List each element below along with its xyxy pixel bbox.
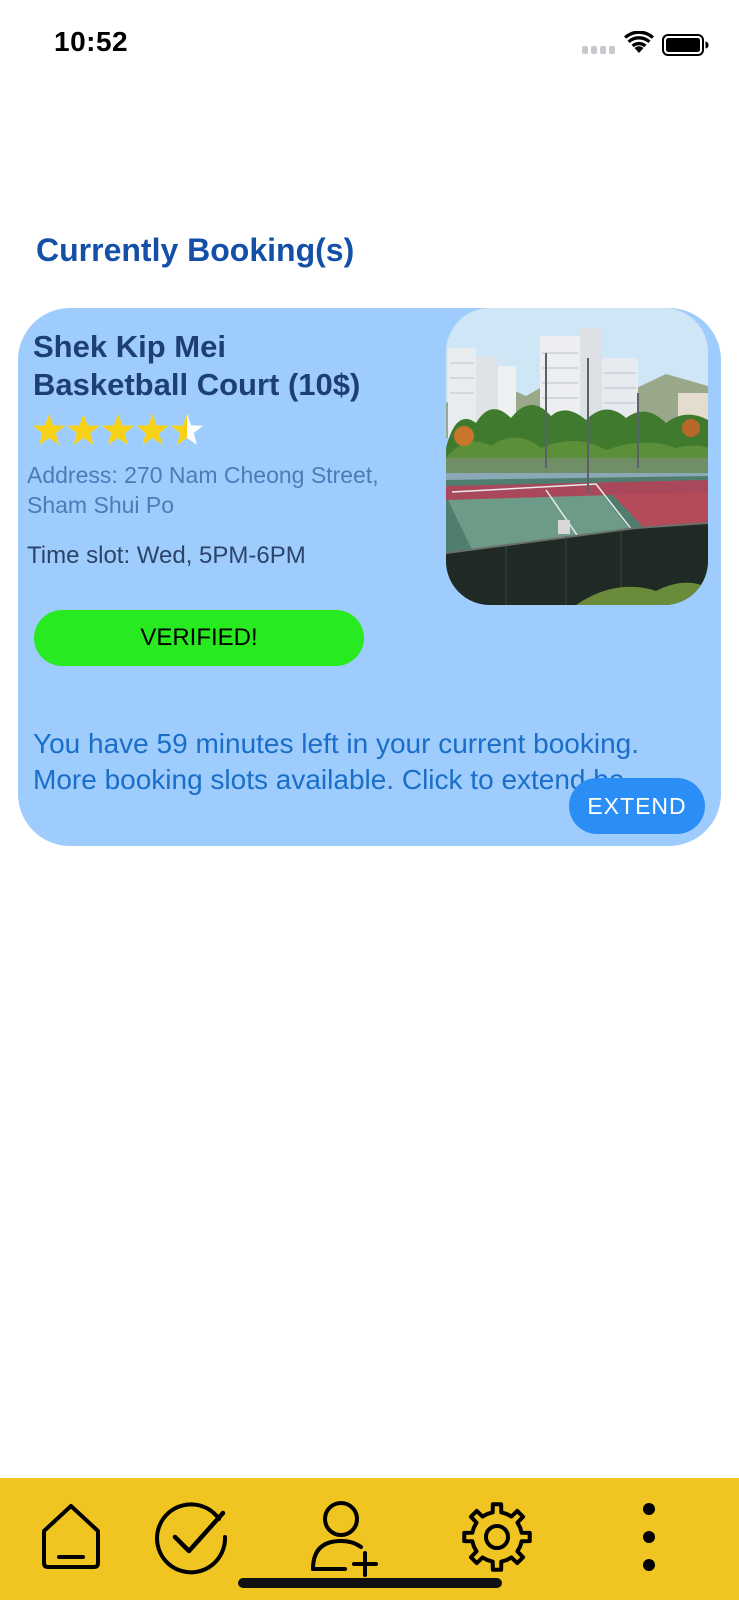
star-filled: [101, 414, 135, 445]
cellular-signal-icon: [582, 46, 616, 54]
booking-card[interactable]: Shek Kip Mei Basketball Court (10$) Addr…: [18, 308, 721, 846]
tab-more[interactable]: [604, 1492, 694, 1582]
tab-bar: [0, 1478, 739, 1600]
home-icon: [42, 1504, 100, 1569]
wifi-icon: [624, 31, 654, 53]
tab-home[interactable]: [26, 1492, 116, 1582]
verified-badge: VERIFIED!: [34, 610, 364, 666]
home-indicator: [238, 1578, 502, 1588]
check-circle-icon: [155, 1502, 228, 1575]
court-name: Shek Kip Mei Basketball Court (10$): [33, 328, 433, 404]
tab-settings[interactable]: [452, 1492, 542, 1582]
message-line1: You have 59 minutes left in your current…: [33, 728, 640, 759]
address-line2: Sham Shui Po: [27, 492, 175, 518]
tab-bookings[interactable]: [148, 1492, 238, 1582]
court-address: Address: 270 Nam Cheong Street, Sham Shu…: [27, 460, 447, 520]
court-name-line2: Basketball Court (10$): [33, 367, 361, 402]
battery-icon: [662, 34, 709, 56]
page-title: Currently Booking(s): [36, 232, 355, 268]
add-user-icon: [311, 1501, 378, 1577]
star-rating: [32, 414, 204, 445]
star-filled: [32, 414, 66, 445]
status-time: 10:52: [54, 26, 129, 57]
tab-add-user[interactable]: [302, 1492, 392, 1582]
gear-icon: [462, 1502, 532, 1572]
star-filled: [67, 414, 100, 445]
time-slot: Time slot: Wed, 5PM-6PM: [27, 542, 306, 569]
court-name-line1: Shek Kip Mei: [33, 329, 226, 364]
more-vertical-icon: [643, 1503, 655, 1571]
court-photo: [446, 308, 708, 605]
star-filled: [136, 414, 169, 445]
extend-button[interactable]: EXTEND: [569, 778, 705, 834]
status-bar: 10:52: [0, 0, 739, 90]
address-line1: Address: 270 Nam Cheong Street,: [27, 462, 379, 488]
